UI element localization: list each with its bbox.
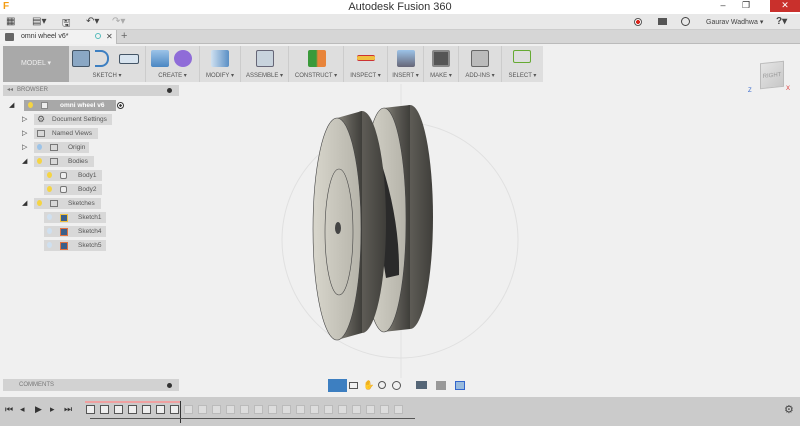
browser-panel-header[interactable]: ◂◂ BROWSER <box>3 85 179 96</box>
timeline-feature[interactable] <box>212 405 221 414</box>
tree-item-bodies[interactable]: Bodies <box>34 156 94 167</box>
tree-item-sketch1[interactable]: Sketch1 <box>44 212 106 223</box>
collapsed-icon[interactable]: ▷ <box>22 142 27 153</box>
wheel-body1[interactable] <box>312 111 386 341</box>
pan-hand-icon[interactable]: ✋ <box>363 380 374 391</box>
gear-icon: ⚙ <box>37 114 46 124</box>
visibility-bulb-icon <box>37 144 42 150</box>
activate-radio[interactable] <box>117 102 124 109</box>
add-comment-icon[interactable] <box>167 383 172 388</box>
zoom-button[interactable] <box>378 381 386 389</box>
timeline-feature[interactable] <box>366 405 375 414</box>
timeline-feature[interactable] <box>394 405 403 414</box>
expanded-icon[interactable]: ◢ <box>22 156 27 167</box>
fit-button[interactable] <box>392 381 401 390</box>
visibility-bulb-icon <box>28 102 33 108</box>
timeline-bar: ⏮ ◂ ▶ ▸ ⏭ ⚙ <box>0 397 800 426</box>
pin-icon[interactable] <box>167 88 172 93</box>
timeline-feature[interactable] <box>86 405 95 414</box>
go-to-start-button[interactable]: ⏮ <box>5 404 13 415</box>
comments-title: COMMENTS <box>19 382 54 388</box>
visibility-bulb-icon <box>47 242 52 248</box>
tree-item-sketch4[interactable]: Sketch4 <box>44 226 106 237</box>
folder-icon <box>37 130 45 137</box>
component-icon <box>41 102 48 109</box>
folder-icon <box>50 158 58 165</box>
visibility-bulb-icon <box>47 228 52 234</box>
grid-settings-button[interactable] <box>436 381 446 390</box>
step-forward-button[interactable]: ▸ <box>50 404 55 415</box>
expanded-icon[interactable]: ◢ <box>9 100 14 111</box>
timeline-feature[interactable] <box>268 405 277 414</box>
tree-root[interactable]: omni wheel v6 <box>24 100 116 111</box>
visibility-bulb-icon <box>47 214 52 220</box>
viewports-button[interactable] <box>455 381 465 390</box>
timeline-track <box>90 418 415 419</box>
play-button[interactable]: ▶ <box>35 404 42 415</box>
timeline-feature[interactable] <box>254 405 263 414</box>
tree-item-body1[interactable]: Body1 <box>44 170 102 181</box>
tree-item-named-views[interactable]: Named Views <box>34 128 98 139</box>
folder-icon <box>50 144 58 151</box>
look-at-button[interactable] <box>349 382 358 389</box>
sketch-icon <box>60 228 68 236</box>
timeline-feature[interactable] <box>142 405 151 414</box>
timeline-feature[interactable] <box>296 405 305 414</box>
timeline-feature[interactable] <box>226 405 235 414</box>
tree-item-document-settings[interactable]: ⚙ Document Settings <box>34 114 112 125</box>
timeline-feature[interactable] <box>170 405 179 414</box>
collapse-icon[interactable]: ◂◂ <box>7 85 13 96</box>
sketch-icon <box>60 214 68 222</box>
browser-title: BROWSER <box>17 87 49 93</box>
visibility-bulb-icon <box>47 186 52 192</box>
timeline-feature[interactable] <box>184 405 193 414</box>
timeline-feature[interactable] <box>198 405 207 414</box>
timeline-feature[interactable] <box>310 405 319 414</box>
collapsed-icon[interactable]: ▷ <box>22 128 27 139</box>
timeline-settings-gear-icon[interactable]: ⚙ <box>784 403 794 416</box>
timeline-feature[interactable] <box>338 405 347 414</box>
collapsed-icon[interactable]: ▷ <box>22 114 27 125</box>
timeline-feature[interactable] <box>128 405 137 414</box>
sketch-icon <box>60 242 68 250</box>
go-to-end-button[interactable]: ⏭ <box>64 404 72 415</box>
timeline-feature[interactable] <box>100 405 109 414</box>
timeline-feature[interactable] <box>240 405 249 414</box>
visibility-bulb-icon <box>47 172 52 178</box>
timeline-marker[interactable] <box>180 401 181 423</box>
expanded-icon[interactable]: ◢ <box>22 198 27 209</box>
body-icon <box>60 172 67 179</box>
browser-tree: ◢ omni wheel v6 ▷ ⚙ Document Settings ▷ … <box>0 98 180 258</box>
tree-item-sketch5[interactable]: Sketch5 <box>44 240 106 251</box>
timeline-progress <box>85 401 180 403</box>
timeline-feature[interactable] <box>282 405 291 414</box>
orbit-button[interactable] <box>328 379 347 392</box>
body-icon <box>60 186 67 193</box>
timeline-feature[interactable] <box>114 405 123 414</box>
visibility-bulb-icon <box>37 158 42 164</box>
tree-item-body2[interactable]: Body2 <box>44 184 102 195</box>
timeline-feature[interactable] <box>324 405 333 414</box>
comments-panel-header[interactable]: COMMENTS <box>3 379 179 391</box>
display-settings-button[interactable] <box>416 381 427 389</box>
tree-item-origin[interactable]: Origin <box>34 142 89 153</box>
tree-item-sketches[interactable]: Sketches <box>34 198 101 209</box>
timeline-feature[interactable] <box>156 405 165 414</box>
folder-icon <box>50 200 58 207</box>
navigation-bar: ✋ <box>328 379 473 392</box>
step-back-button[interactable]: ◂ <box>20 404 25 415</box>
timeline-feature[interactable] <box>352 405 361 414</box>
timeline-feature[interactable] <box>380 405 389 414</box>
visibility-bulb-icon <box>37 200 42 206</box>
